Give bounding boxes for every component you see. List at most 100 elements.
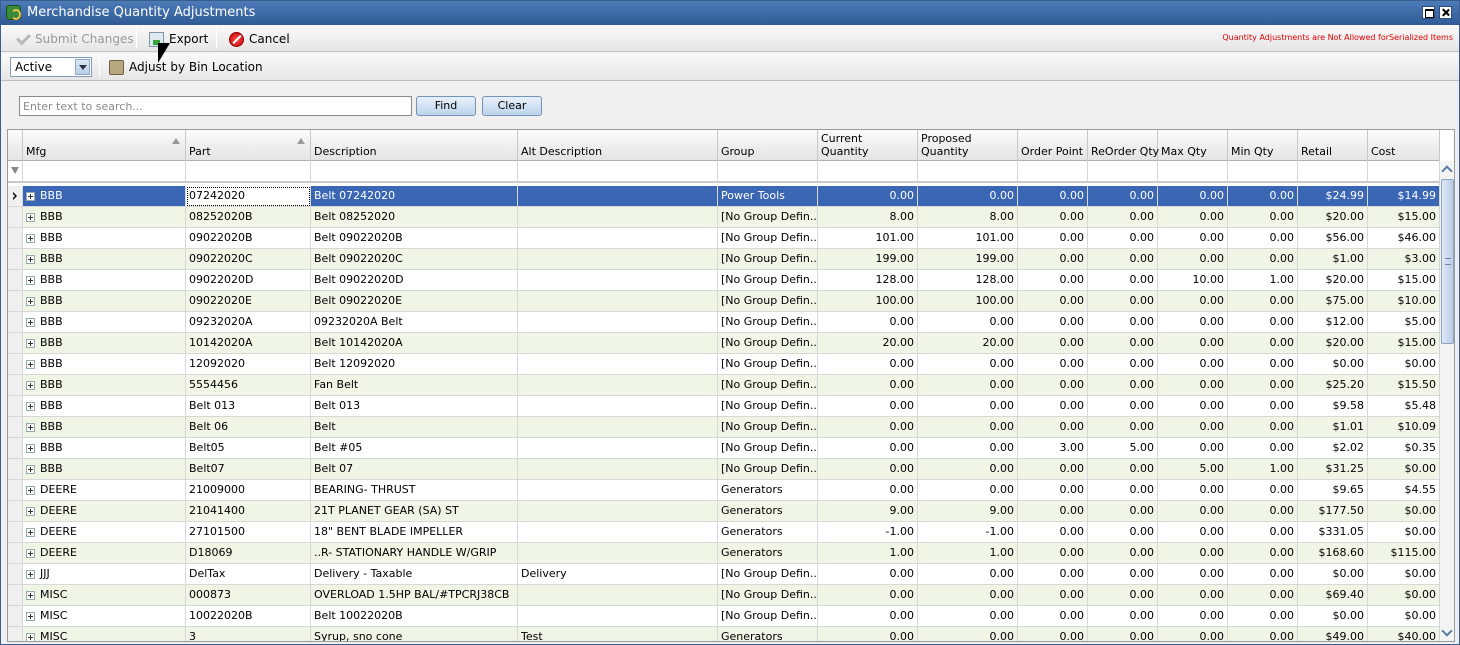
filter-cell-group[interactable] bbox=[718, 161, 818, 182]
cell-proposed-quantity[interactable]: 0.00 bbox=[918, 585, 1018, 606]
cell-part[interactable]: 08252020B bbox=[186, 207, 311, 228]
cell-current-quantity[interactable]: 0.00 bbox=[818, 459, 918, 480]
column-header-alt-description[interactable]: Alt Description bbox=[518, 130, 718, 161]
cell-min-qty[interactable]: 0.00 bbox=[1228, 312, 1298, 333]
cell-current-quantity[interactable]: 20.00 bbox=[818, 333, 918, 354]
find-button[interactable]: Find bbox=[416, 96, 476, 116]
cell-part[interactable]: 27101500 bbox=[186, 522, 311, 543]
cell-mfg[interactable]: BBB bbox=[23, 270, 186, 291]
cell-reorder-qty[interactable]: 0.00 bbox=[1088, 606, 1158, 627]
cell-proposed-quantity[interactable]: 0.00 bbox=[918, 459, 1018, 480]
cell-group[interactable]: [No Group Defin... bbox=[718, 396, 818, 417]
expand-row-icon[interactable] bbox=[26, 465, 35, 474]
cell-part[interactable]: 09232020A bbox=[186, 312, 311, 333]
cell-order-point[interactable]: 0.00 bbox=[1018, 207, 1088, 228]
cell-description[interactable]: Belt 07 bbox=[311, 459, 518, 480]
cell-min-qty[interactable]: 0.00 bbox=[1228, 543, 1298, 564]
cell-description[interactable]: OVERLOAD 1.5HP BAL/#TPCRJ38CB bbox=[311, 585, 518, 606]
cell-current-quantity[interactable]: 0.00 bbox=[818, 417, 918, 438]
sort-ascending-icon[interactable] bbox=[172, 138, 180, 144]
expand-row-icon[interactable] bbox=[26, 360, 35, 369]
cell-alt-description[interactable] bbox=[518, 228, 718, 249]
table-row[interactable]: DEERE 21041400 21T PLANET GEAR (SA) ST Gene… bbox=[8, 501, 1440, 522]
cell-order-point[interactable]: 0.00 bbox=[1018, 312, 1088, 333]
cell-group[interactable]: [No Group Defin... bbox=[718, 207, 818, 228]
cell-reorder-qty[interactable]: 0.00 bbox=[1088, 459, 1158, 480]
cell-order-point[interactable]: 0.00 bbox=[1018, 375, 1088, 396]
cell-min-qty[interactable]: 0.00 bbox=[1228, 354, 1298, 375]
row-indicator[interactable] bbox=[8, 480, 23, 501]
cell-max-qty[interactable]: 0.00 bbox=[1158, 585, 1228, 606]
cell-cost[interactable]: $14.99 bbox=[1368, 186, 1440, 207]
cell-cost[interactable]: $0.00 bbox=[1368, 522, 1440, 543]
column-header-cost[interactable]: Cost bbox=[1368, 130, 1440, 161]
expand-row-icon[interactable] bbox=[26, 255, 35, 264]
cell-current-quantity[interactable]: 0.00 bbox=[818, 480, 918, 501]
cell-description[interactable]: Belt 12092020 bbox=[311, 354, 518, 375]
cell-group[interactable]: [No Group Defin... bbox=[718, 564, 818, 585]
cell-retail[interactable]: $69.40 bbox=[1298, 585, 1368, 606]
cell-max-qty[interactable]: 0.00 bbox=[1158, 333, 1228, 354]
cell-group[interactable]: Generators bbox=[718, 627, 818, 641]
cell-proposed-quantity[interactable]: 100.00 bbox=[918, 291, 1018, 312]
cell-cost[interactable]: $0.00 bbox=[1368, 585, 1440, 606]
column-header-max-qty[interactable]: Max Qty bbox=[1158, 130, 1228, 161]
expand-row-icon[interactable] bbox=[26, 633, 35, 641]
cell-alt-description[interactable] bbox=[518, 249, 718, 270]
filter-cell-cost[interactable] bbox=[1368, 161, 1440, 182]
column-header-description[interactable]: Description bbox=[311, 130, 518, 161]
expand-row-icon[interactable] bbox=[26, 318, 35, 327]
cell-part[interactable]: 09022020E bbox=[186, 291, 311, 312]
cell-proposed-quantity[interactable]: 0.00 bbox=[918, 417, 1018, 438]
row-indicator[interactable] bbox=[8, 207, 23, 228]
cell-order-point[interactable]: 0.00 bbox=[1018, 333, 1088, 354]
cell-alt-description[interactable] bbox=[518, 207, 718, 228]
cell-group[interactable]: [No Group Defin... bbox=[718, 438, 818, 459]
column-header-min-qty[interactable]: Min Qty bbox=[1228, 130, 1298, 161]
cell-part[interactable]: 000873 bbox=[186, 585, 311, 606]
cell-max-qty[interactable]: 0.00 bbox=[1158, 375, 1228, 396]
cell-proposed-quantity[interactable]: 0.00 bbox=[918, 438, 1018, 459]
cell-group[interactable]: [No Group Defin... bbox=[718, 606, 818, 627]
cell-part[interactable]: 09022020B bbox=[186, 228, 311, 249]
expand-row-icon[interactable] bbox=[26, 570, 35, 579]
submit-changes-button[interactable]: Submit Changes bbox=[15, 29, 134, 49]
cell-proposed-quantity[interactable]: 0.00 bbox=[918, 480, 1018, 501]
cell-order-point[interactable]: 0.00 bbox=[1018, 585, 1088, 606]
cell-max-qty[interactable]: 0.00 bbox=[1158, 627, 1228, 641]
cell-order-point[interactable]: 0.00 bbox=[1018, 501, 1088, 522]
cell-group[interactable]: [No Group Defin... bbox=[718, 333, 818, 354]
row-indicator[interactable] bbox=[8, 606, 23, 627]
cell-group[interactable]: [No Group Defin... bbox=[718, 270, 818, 291]
cell-proposed-quantity[interactable]: -1.00 bbox=[918, 522, 1018, 543]
cell-max-qty[interactable]: 0.00 bbox=[1158, 228, 1228, 249]
cell-proposed-quantity[interactable]: 0.00 bbox=[918, 606, 1018, 627]
expand-row-icon[interactable] bbox=[26, 591, 35, 600]
cell-min-qty[interactable]: 0.00 bbox=[1228, 627, 1298, 641]
cell-alt-description[interactable] bbox=[518, 396, 718, 417]
cell-order-point[interactable]: 0.00 bbox=[1018, 543, 1088, 564]
row-indicator[interactable] bbox=[8, 417, 23, 438]
cell-min-qty[interactable]: 0.00 bbox=[1228, 501, 1298, 522]
table-row[interactable]: BBB Belt 06 Belt [No Group Defin... 0.00 0.00… bbox=[8, 417, 1440, 438]
cell-min-qty[interactable]: 0.00 bbox=[1228, 438, 1298, 459]
cell-order-point[interactable]: 0.00 bbox=[1018, 354, 1088, 375]
expand-row-icon[interactable] bbox=[26, 486, 35, 495]
scroll-up-icon[interactable] bbox=[1441, 163, 1454, 177]
filter-cell-retail[interactable] bbox=[1298, 161, 1368, 182]
column-header-current-quantity[interactable]: Current Quantity bbox=[818, 130, 918, 161]
cell-reorder-qty[interactable]: 0.00 bbox=[1088, 501, 1158, 522]
cell-min-qty[interactable]: 0.00 bbox=[1228, 228, 1298, 249]
scroll-thumb[interactable] bbox=[1441, 179, 1454, 344]
cell-current-quantity[interactable]: 0.00 bbox=[818, 375, 918, 396]
cell-current-quantity[interactable]: 100.00 bbox=[818, 291, 918, 312]
cell-reorder-qty[interactable]: 0.00 bbox=[1088, 543, 1158, 564]
cell-retail[interactable]: $1.01 bbox=[1298, 417, 1368, 438]
cell-group[interactable]: [No Group Defin... bbox=[718, 228, 818, 249]
table-row[interactable]: BBB 07242020 Belt 07242020 Power Tools 0.00 0… bbox=[8, 186, 1440, 207]
filter-cell-max-qty[interactable] bbox=[1158, 161, 1228, 182]
table-row[interactable]: BBB 09022020B Belt 09022020B [No Group Defi… bbox=[8, 228, 1440, 249]
cell-max-qty[interactable]: 0.00 bbox=[1158, 354, 1228, 375]
cell-mfg[interactable]: MISC bbox=[23, 585, 186, 606]
cell-description[interactable]: ..R- STATIONARY HANDLE W/GRIP bbox=[311, 543, 518, 564]
